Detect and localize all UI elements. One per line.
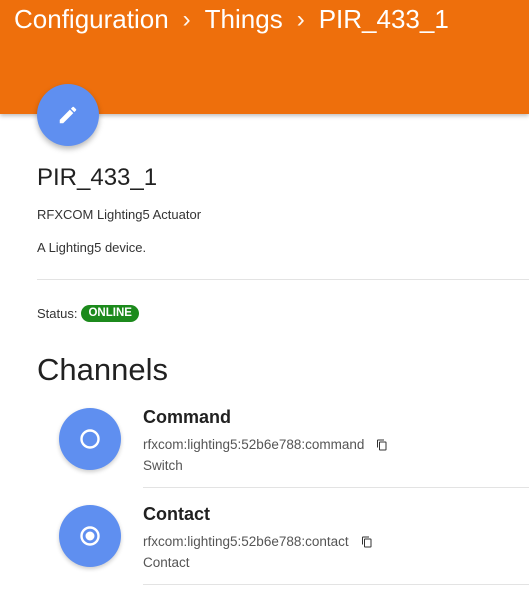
channel-icon-command[interactable]	[59, 408, 121, 470]
status-row: Status: ONLINE	[37, 305, 139, 322]
edit-button[interactable]	[37, 84, 99, 146]
pencil-icon	[59, 106, 77, 124]
channel-icon-contact[interactable]	[59, 505, 121, 567]
channel-uid-text: rfxcom:lighting5:52b6e788:contact	[143, 534, 349, 549]
channel-type: Contact	[143, 555, 190, 570]
breadcrumb-configuration[interactable]: Configuration	[14, 4, 169, 35]
copy-icon[interactable]	[376, 438, 388, 452]
thing-description: A Lighting5 device.	[37, 240, 147, 255]
circle-outline-icon	[80, 429, 100, 449]
thing-type: RFXCOM Lighting5 Actuator	[37, 207, 202, 222]
radio-dot-icon	[80, 526, 100, 546]
channel-name[interactable]: Command	[143, 407, 231, 428]
channel-uid: rfxcom:lighting5:52b6e788:command	[143, 437, 388, 452]
breadcrumb-current-thing: PIR_433_1	[318, 4, 449, 34]
status-label: Status:	[37, 306, 78, 321]
status-badge: ONLINE	[81, 305, 139, 322]
channels-heading: Channels	[37, 352, 168, 387]
channel-name[interactable]: Contact	[143, 504, 210, 525]
breadcrumb-separator: ›	[182, 5, 191, 33]
copy-icon[interactable]	[361, 535, 373, 549]
thing-name: PIR_433_1	[37, 164, 158, 191]
channel-type: Switch	[143, 458, 183, 473]
channel-uid: rfxcom:lighting5:52b6e788:contact	[143, 534, 373, 549]
breadcrumb: Configuration › Things › PIR_433_1	[14, 4, 449, 35]
divider	[143, 584, 529, 585]
breadcrumb-separator: ›	[296, 5, 305, 33]
channel-uid-text: rfxcom:lighting5:52b6e788:command	[143, 437, 365, 452]
breadcrumb-things[interactable]: Things	[205, 4, 283, 35]
divider	[37, 279, 529, 280]
divider	[143, 487, 529, 488]
